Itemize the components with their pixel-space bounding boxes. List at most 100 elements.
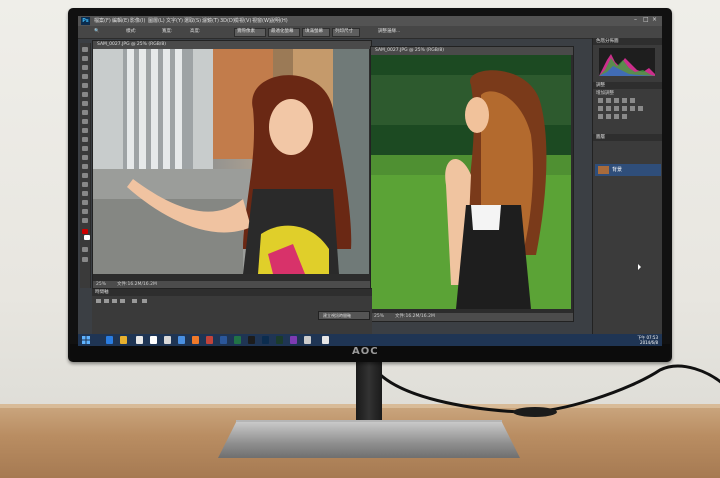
fit-screen-button[interactable]: 最適化螢幕 bbox=[268, 28, 300, 37]
app-icon-1[interactable] bbox=[150, 336, 157, 344]
pen-tool-icon[interactable] bbox=[82, 173, 88, 178]
clone-stamp-tool-icon[interactable] bbox=[82, 119, 88, 124]
exposure-icon[interactable] bbox=[622, 98, 627, 103]
ie-browser-icon[interactable] bbox=[106, 336, 113, 344]
gradient-tool-icon[interactable] bbox=[82, 146, 88, 151]
menu-3d[interactable]: 3D(D) bbox=[220, 17, 235, 25]
windows-start-icon[interactable] bbox=[82, 336, 90, 344]
create-video-timeline-button[interactable]: 建立視訊時間軸 bbox=[318, 311, 370, 320]
menu-edit[interactable]: 編輯(E) bbox=[112, 17, 129, 25]
shape-tool-icon[interactable] bbox=[82, 200, 88, 205]
options-bar: 🔍 樣式: 寬度: 高度: 實際像素 最適化螢幕 填滿螢幕 列印尺寸 調整邊緣.… bbox=[78, 26, 662, 39]
play-icon[interactable] bbox=[112, 299, 117, 303]
app-icon-6[interactable] bbox=[290, 336, 297, 344]
app-icon-8[interactable] bbox=[322, 336, 329, 344]
taskbar-clock[interactable]: 下午 07:53 2014/6/8 bbox=[637, 335, 658, 345]
foreground-color-swatch[interactable] bbox=[82, 229, 88, 234]
color-lookup-icon[interactable] bbox=[638, 106, 643, 111]
hand-tool-icon[interactable] bbox=[82, 209, 88, 214]
maximize-icon[interactable]: □ bbox=[643, 17, 649, 23]
channel-mixer-icon[interactable] bbox=[630, 106, 635, 111]
document-zoom-2[interactable]: 25% bbox=[374, 313, 384, 321]
histogram-panel-header[interactable]: 色階分佈圖 bbox=[593, 38, 662, 45]
menu-type[interactable]: 文字(Y) bbox=[166, 17, 183, 25]
menu-layer[interactable]: 圖層(L) bbox=[148, 17, 165, 25]
document-tab-2[interactable]: SAM_0027.JPG @ 25% (RGB/8) bbox=[371, 47, 573, 55]
screen-mode-icon[interactable] bbox=[82, 257, 88, 262]
photo-filter-icon[interactable] bbox=[622, 106, 627, 111]
dodge-tool-icon[interactable] bbox=[82, 164, 88, 169]
crop-tool-icon[interactable] bbox=[82, 83, 88, 88]
move-tool-icon[interactable] bbox=[82, 47, 88, 52]
background-color-swatch[interactable] bbox=[84, 235, 90, 240]
black-white-icon[interactable] bbox=[614, 106, 619, 111]
quick-mask-icon[interactable] bbox=[82, 247, 88, 252]
next-frame-icon[interactable] bbox=[120, 299, 125, 303]
fill-screen-button[interactable]: 填滿螢幕 bbox=[302, 28, 330, 37]
eraser-tool-icon[interactable] bbox=[82, 137, 88, 142]
document-window-1[interactable]: SAM_0027.JPG @ 25% (RGB/8) 25% 文件:16.2M/… bbox=[92, 40, 372, 290]
app-icon-3[interactable] bbox=[178, 336, 185, 344]
print-size-button[interactable]: 列印尺寸 bbox=[332, 28, 360, 37]
layer-row-background[interactable]: 背景 bbox=[595, 164, 661, 176]
monitor-screen: Ps 檔案(F) 編輯(E) 影像(I) 圖層(L) 文字(Y) 選取(S) 濾… bbox=[78, 16, 662, 346]
menu-filter[interactable]: 濾鏡(T) bbox=[202, 17, 219, 25]
eyedropper-tool-icon[interactable] bbox=[82, 92, 88, 97]
vibrance-icon[interactable] bbox=[630, 98, 635, 103]
path-select-tool-icon[interactable] bbox=[82, 191, 88, 196]
zoom-tool-icon[interactable]: 🔍 bbox=[94, 28, 100, 36]
render-icon[interactable] bbox=[142, 299, 147, 303]
app-icon-7[interactable] bbox=[304, 336, 311, 344]
lightroom-icon[interactable] bbox=[276, 336, 283, 344]
healing-tool-icon[interactable] bbox=[82, 101, 88, 106]
adjustments-label: 增加調整 bbox=[596, 91, 614, 96]
layers-panel-header[interactable]: 圖層 bbox=[593, 134, 662, 141]
photoshop-taskbar-icon[interactable] bbox=[262, 336, 269, 344]
quick-select-tool-icon[interactable] bbox=[82, 74, 88, 79]
document-tab-1[interactable]: SAM_0027.JPG @ 25% (RGB/8) bbox=[93, 41, 371, 49]
menu-view[interactable]: 檢視(V) bbox=[234, 17, 251, 25]
chrome-icon[interactable] bbox=[136, 336, 143, 344]
layer-name: 背景 bbox=[612, 167, 623, 173]
curves-icon[interactable] bbox=[614, 98, 619, 103]
marquee-tool-icon[interactable] bbox=[82, 56, 88, 61]
blur-tool-icon[interactable] bbox=[82, 155, 88, 160]
color-balance-icon[interactable] bbox=[606, 106, 611, 111]
gradient-map-icon[interactable] bbox=[622, 114, 627, 119]
threshold-icon[interactable] bbox=[614, 114, 619, 119]
document-window-2[interactable]: SAM_0027.JPG @ 25% (RGB/8) 25% 文件:16.2M/… bbox=[370, 46, 574, 322]
menu-select[interactable]: 選取(S) bbox=[184, 17, 201, 25]
minimize-icon[interactable]: – bbox=[634, 17, 640, 23]
option-refine-edge[interactable]: 調整邊緣... bbox=[378, 28, 400, 36]
brightness-icon[interactable] bbox=[598, 98, 603, 103]
invert-icon[interactable] bbox=[598, 114, 603, 119]
actual-pixels-button[interactable]: 實際像素 bbox=[234, 28, 266, 37]
app-icon-4[interactable] bbox=[192, 336, 199, 344]
menu-window[interactable]: 視窗(W) bbox=[252, 17, 271, 25]
levels-icon[interactable] bbox=[606, 98, 611, 103]
right-panels: 色階分佈圖 調整 增加調整 圖層 背景 bbox=[592, 38, 662, 346]
app-icon-5[interactable] bbox=[248, 336, 255, 344]
first-frame-icon[interactable] bbox=[96, 299, 101, 303]
history-brush-tool-icon[interactable] bbox=[82, 128, 88, 133]
lasso-tool-icon[interactable] bbox=[82, 65, 88, 70]
close-icon[interactable]: × bbox=[652, 17, 658, 23]
monitor-stand-neck bbox=[356, 360, 382, 428]
app-icon-2[interactable] bbox=[164, 336, 171, 344]
menu-help[interactable]: 說明(H) bbox=[270, 17, 288, 25]
excel-icon[interactable] bbox=[234, 336, 241, 344]
option-style: 樣式: bbox=[126, 29, 137, 34]
file-explorer-icon[interactable] bbox=[120, 336, 127, 344]
menu-image[interactable]: 影像(I) bbox=[130, 17, 145, 25]
previous-frame-icon[interactable] bbox=[104, 299, 109, 303]
hue-saturation-icon[interactable] bbox=[598, 106, 603, 111]
brush-tool-icon[interactable] bbox=[82, 110, 88, 115]
adjustments-panel-header[interactable]: 調整 bbox=[593, 82, 662, 89]
word-icon[interactable] bbox=[220, 336, 227, 344]
posterize-icon[interactable] bbox=[606, 114, 611, 119]
type-tool-icon[interactable] bbox=[82, 182, 88, 187]
menu-file[interactable]: 檔案(F) bbox=[94, 17, 111, 25]
zoom-tool-icon[interactable] bbox=[82, 218, 88, 223]
powerpoint-icon[interactable] bbox=[206, 336, 213, 344]
audio-icon[interactable] bbox=[132, 299, 137, 303]
